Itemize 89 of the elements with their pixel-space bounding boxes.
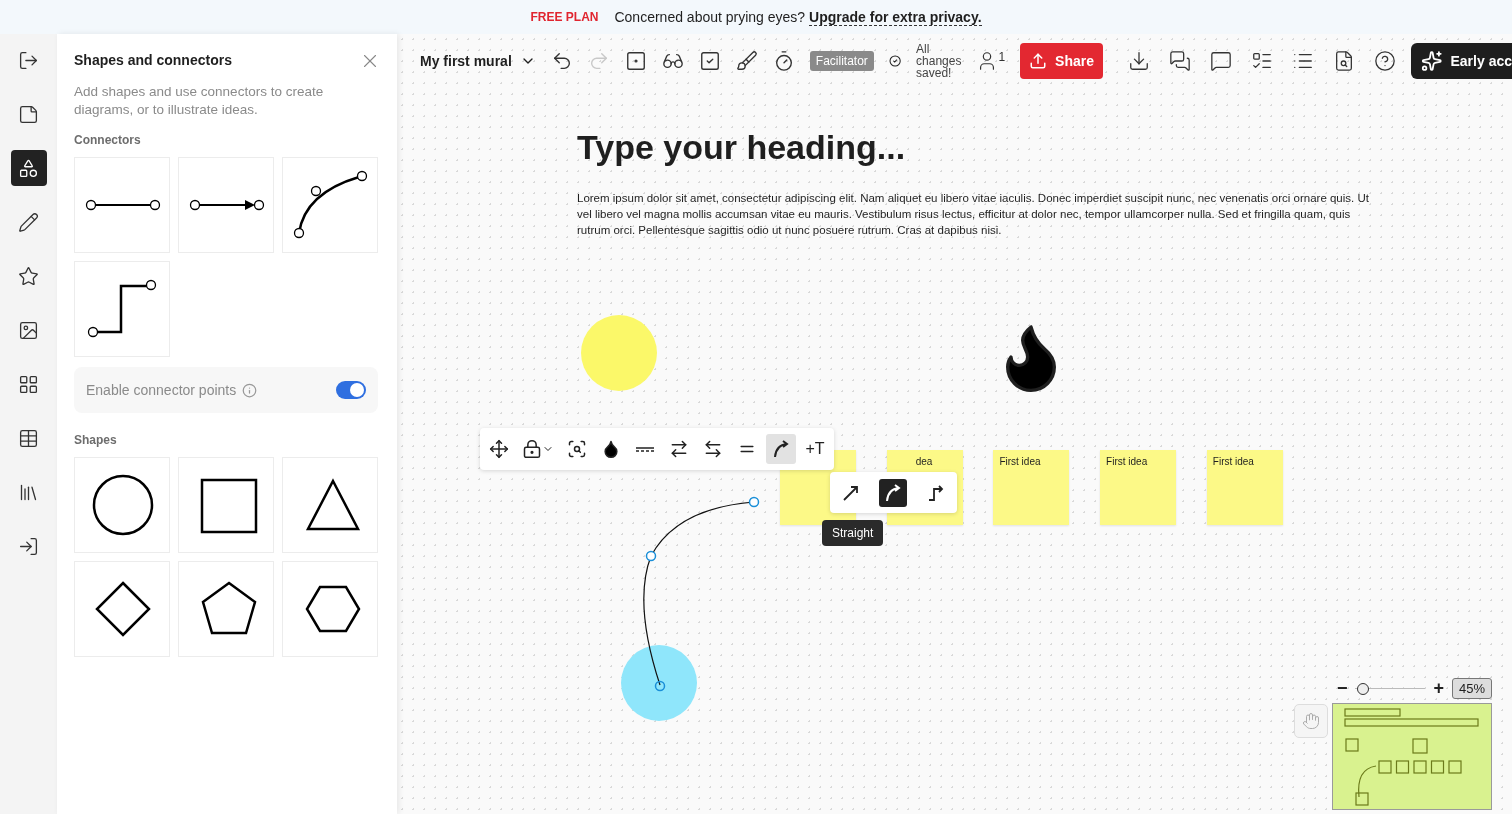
- sticky-note[interactable]: First idea: [993, 450, 1070, 525]
- brush-button[interactable]: [735, 50, 758, 72]
- chats-button[interactable]: [1169, 50, 1191, 72]
- sticky-note[interactable]: First idea: [1206, 450, 1283, 525]
- note-text: First idea: [999, 456, 1041, 467]
- pen-icon: [18, 211, 39, 233]
- import-icon: [18, 535, 39, 557]
- hand-icon: [1302, 712, 1320, 730]
- rail-button[interactable]: [10, 150, 47, 186]
- toggle-label: Enable connector points: [86, 382, 237, 398]
- table-icon: [18, 427, 39, 449]
- banner-message: Concerned about prying eyes? Upgrade for extra privacy.: [614, 9, 982, 25]
- note-icon: [18, 103, 39, 125]
- panel-description: Add shapes and use connectors to create diagrams, or to illustrate ideas.: [74, 83, 325, 119]
- connector-tile[interactable]: [74, 157, 170, 253]
- zoom-slider-thumb[interactable]: [1357, 682, 1370, 695]
- canvas-heading: Type your heading...: [577, 128, 906, 167]
- help-button[interactable]: [1374, 50, 1396, 72]
- straight-line-icon: [842, 483, 861, 502]
- shapes-icon: [18, 157, 39, 179]
- zoom-in-button[interactable]: +: [1433, 678, 1444, 699]
- elbow-connector-icon: [87, 279, 157, 338]
- line-connector-icon: [85, 199, 161, 211]
- note-text: First idea: [1212, 456, 1254, 467]
- shape-tile[interactable]: [74, 457, 170, 553]
- connector-tile[interactable]: [74, 261, 170, 357]
- info-icon[interactable]: [242, 382, 258, 398]
- brush-icon: [735, 50, 758, 72]
- download-button[interactable]: [1128, 50, 1150, 72]
- text-tool-button[interactable]: +T: [800, 434, 830, 464]
- participants-button[interactable]: 1: [976, 50, 1006, 72]
- find-button[interactable]: [1333, 50, 1355, 72]
- zoom-level[interactable]: 45%: [1451, 678, 1492, 699]
- connector-tile[interactable]: [282, 157, 378, 253]
- upload-icon: [1029, 52, 1048, 70]
- help-icon: [1374, 50, 1396, 72]
- sticky-note[interactable]: First idea: [1100, 450, 1177, 525]
- check-icon: [888, 54, 902, 68]
- diamond-shape-icon: [95, 581, 151, 637]
- early-access-button[interactable]: Early acc: [1411, 43, 1512, 79]
- hexagon-shape-icon: [305, 585, 361, 633]
- elbow-line-icon: [926, 483, 945, 502]
- chats-icon: [1169, 50, 1191, 72]
- exit-icon: [18, 49, 39, 71]
- lock-icon: [522, 439, 542, 459]
- connector-tile[interactable]: [178, 157, 274, 253]
- note-text: First idea: [1106, 456, 1148, 467]
- arrow-connector-icon: [189, 199, 265, 211]
- circle-shape-icon: [92, 474, 154, 536]
- shape-tile[interactable]: [178, 561, 274, 657]
- tooltip: Straight: [822, 520, 884, 546]
- line-style-option[interactable]: [879, 478, 908, 507]
- curved-connector-icon: [293, 170, 368, 239]
- triangle-shape-icon: [305, 478, 361, 531]
- star-icon: [18, 265, 39, 287]
- upgrade-link[interactable]: Upgrade for extra privacy.: [809, 9, 982, 26]
- save-status: All changes saved!: [916, 43, 962, 79]
- dashed-line-icon: [636, 446, 654, 452]
- toggle-switch[interactable]: [336, 381, 366, 399]
- comment-button[interactable]: [1210, 50, 1232, 72]
- panel-title: Shapes and connectors: [74, 52, 232, 68]
- find-icon: [1333, 50, 1355, 72]
- note-text: dea: [915, 456, 933, 467]
- pentagon-shape-icon: [201, 581, 257, 635]
- color-icon: [601, 439, 621, 459]
- share-button[interactable]: Share: [1020, 43, 1103, 79]
- participant-count: 1: [998, 50, 1006, 66]
- download-icon: [1128, 50, 1150, 72]
- shape-tile[interactable]: [178, 457, 274, 553]
- shape-tile[interactable]: [282, 457, 378, 553]
- grid-icon: [18, 373, 39, 395]
- curved-line-icon: [884, 483, 903, 502]
- image-icon: [18, 319, 39, 341]
- section-heading: Shapes: [74, 433, 118, 447]
- shape-tile[interactable]: [74, 561, 170, 657]
- plan-label: FREE PLAN: [530, 10, 599, 24]
- sparkles-icon: [1421, 50, 1443, 72]
- shape-tile[interactable]: [282, 561, 378, 657]
- zoom-icon: [567, 439, 587, 459]
- comment-icon: [1210, 50, 1232, 72]
- zoom-out-button[interactable]: −: [1336, 678, 1348, 699]
- mural-name-button[interactable]: My first mural: [420, 53, 536, 69]
- canvas-paragraph: Lorem ipsum dolor sit amet, consectetur adipiscing elit. Nam aliquet eu libero vitae iaculis. Donec imperdiet suscipit nunc, nec venenatis orci ornare quis. Ut vel libero vel magna mollis accumsan vitae eu mauris. Vestibulum risus lectus, efficitur at dolor nec, tempor ullamcorper nulla. Sed et fringilla quam, quis rutrum orci. Pellentesque sagittis odio ut nunc posuere rutrum. Cras at dapibus nisi.: [577, 191, 1370, 238]
- square-shape-icon: [200, 478, 258, 534]
- move-icon: [489, 439, 509, 459]
- curve-tool-button[interactable]: [766, 434, 796, 464]
- section-heading: Connectors: [74, 133, 142, 147]
- role-badge: Facilitator: [809, 51, 874, 71]
- curved-line-icon: [772, 440, 790, 458]
